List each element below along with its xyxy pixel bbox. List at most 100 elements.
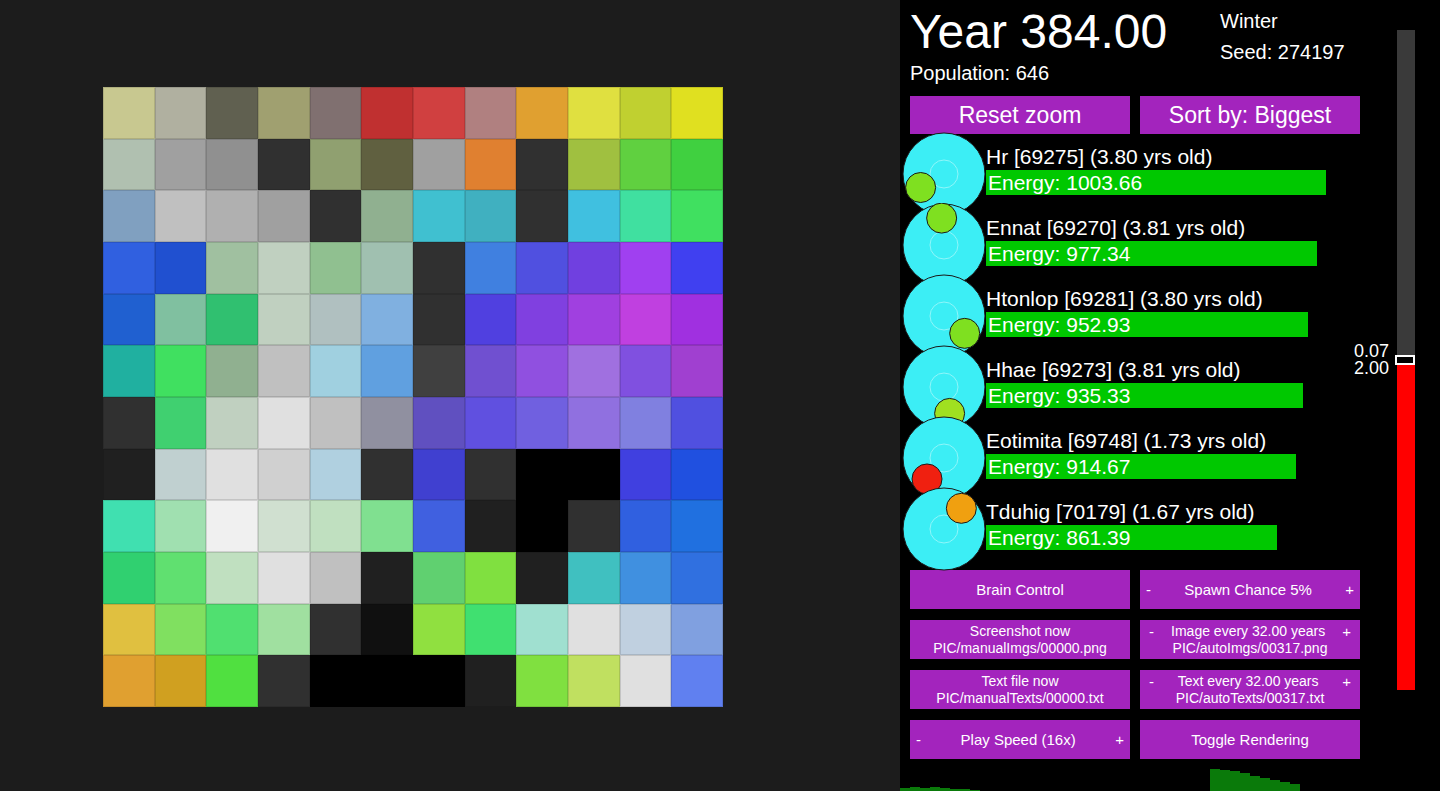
plus-button[interactable]: +: [1342, 623, 1351, 640]
map-tile: [361, 87, 413, 139]
chart-bar: [900, 788, 910, 791]
map-tile: [465, 397, 517, 449]
map-tile: [413, 190, 465, 242]
chart-bar: [970, 790, 980, 791]
plus-button[interactable]: +: [1345, 581, 1354, 598]
header: Year 384.00 Population: 646 Winter Seed:…: [910, 0, 1360, 96]
control-button[interactable]: Brain Control: [910, 570, 1130, 609]
map-tile: [465, 604, 517, 656]
control-button[interactable]: Screenshot nowPIC/manualImgs/00000.png: [910, 620, 1130, 659]
map-tile: [361, 552, 413, 604]
map-tile: [206, 242, 258, 294]
map-tile: [206, 139, 258, 191]
map-tile: [258, 242, 310, 294]
stepper-button[interactable]: - Play Speed (16x) +: [910, 720, 1130, 759]
map-tile: [413, 500, 465, 552]
creature-row[interactable]: Ennat [69270] (3.81 yrs old) Energy: 977…: [910, 209, 1360, 280]
stepper-button[interactable]: - Spawn Chance 5% +: [1140, 570, 1360, 609]
map-tile: [310, 449, 362, 501]
population-chart: [900, 769, 1440, 791]
creature-name: Tduhig [70179] (1.67 yrs old): [986, 500, 1358, 524]
map-tile: [103, 604, 155, 656]
map-tile: [258, 500, 310, 552]
map-tile: [361, 655, 413, 707]
screen: Year 384.00 Population: 646 Winter Seed:…: [0, 0, 1440, 791]
map-tile: [258, 397, 310, 449]
top-button[interactable]: Sort by: Biggest: [1140, 96, 1360, 134]
map-tile: [568, 397, 620, 449]
map-tile: [671, 139, 723, 191]
year-label: Year 384.00: [910, 5, 1167, 59]
minus-button[interactable]: -: [1149, 673, 1154, 690]
energy-bar: Energy: 952.93: [986, 312, 1336, 337]
chart-bar: [920, 788, 930, 791]
chart-bar: [1280, 782, 1290, 791]
creature-row[interactable]: Htonlop [69281] (3.80 yrs old) Energy: 9…: [910, 280, 1360, 351]
minus-button[interactable]: -: [1149, 623, 1154, 640]
control-button[interactable]: Text file nowPIC/manualTexts/00000.txt: [910, 670, 1130, 709]
map-tile: [465, 345, 517, 397]
creature-icon: [902, 274, 986, 358]
map-tile: [516, 242, 568, 294]
minus-button[interactable]: -: [916, 731, 921, 748]
map-tile: [568, 655, 620, 707]
plus-button[interactable]: +: [1342, 673, 1351, 690]
map-tile: [620, 294, 672, 346]
map-tile: [465, 449, 517, 501]
map-tile: [413, 604, 465, 656]
creature-name: Hr [69275] (3.80 yrs old): [986, 145, 1358, 169]
map-tile: [620, 242, 672, 294]
map-tile: [620, 190, 672, 242]
creature-row[interactable]: Hr [69275] (3.80 yrs old) Energy: 1003.6…: [910, 138, 1360, 209]
map-tile: [103, 397, 155, 449]
creature-name: Htonlop [69281] (3.80 yrs old): [986, 287, 1358, 311]
map-tile: [568, 242, 620, 294]
creature-row[interactable]: Tduhig [70179] (1.67 yrs old) Energy: 86…: [910, 493, 1360, 564]
map-tile: [620, 345, 672, 397]
energy-bar: Energy: 1003.66: [986, 170, 1336, 195]
slider-handle[interactable]: 0.072.00: [1395, 355, 1415, 365]
map-tile: [465, 552, 517, 604]
map-tile: [620, 655, 672, 707]
map-tile: [258, 604, 310, 656]
map-tile: [620, 449, 672, 501]
map-tile: [465, 500, 517, 552]
map-tile: [516, 449, 568, 501]
map-tile: [671, 190, 723, 242]
creature-name: Eotimita [69748] (1.73 yrs old): [986, 429, 1358, 453]
map-tile: [310, 604, 362, 656]
map-tile: [361, 449, 413, 501]
map-tile: [361, 345, 413, 397]
chart-bar: [1250, 776, 1260, 791]
world-view[interactable]: [0, 0, 900, 791]
speed-slider[interactable]: 0.072.00: [1397, 30, 1415, 690]
map[interactable]: [103, 87, 723, 707]
map-tile: [516, 397, 568, 449]
creature-row[interactable]: Hhae [69273] (3.81 yrs old) Energy: 935.…: [910, 351, 1360, 422]
chart-bar: [960, 789, 970, 791]
population-label: Population: 646: [910, 62, 1167, 85]
map-tile: [310, 190, 362, 242]
map-tile: [413, 552, 465, 604]
map-tile: [516, 87, 568, 139]
minus-button[interactable]: -: [1146, 581, 1151, 598]
control-button[interactable]: Toggle Rendering: [1140, 720, 1360, 759]
map-tile: [155, 87, 207, 139]
map-tile: [568, 294, 620, 346]
stepper-button[interactable]: - Image every 32.00 years + PIC/autoImgs…: [1140, 620, 1360, 659]
map-tile: [465, 87, 517, 139]
plus-button[interactable]: +: [1115, 731, 1124, 748]
map-tile: [206, 345, 258, 397]
top-button[interactable]: Reset zoom: [910, 96, 1130, 134]
chart-bar: [930, 787, 940, 791]
map-tile: [310, 397, 362, 449]
map-tile: [516, 190, 568, 242]
map-tile: [568, 87, 620, 139]
stepper-button[interactable]: - Text every 32.00 years + PIC/autoTexts…: [1140, 670, 1360, 709]
map-tile: [620, 87, 672, 139]
map-tile: [258, 345, 310, 397]
map-tile: [516, 552, 568, 604]
map-tile: [568, 190, 620, 242]
creature-row[interactable]: Eotimita [69748] (1.73 yrs old) Energy: …: [910, 422, 1360, 493]
map-tile: [516, 655, 568, 707]
